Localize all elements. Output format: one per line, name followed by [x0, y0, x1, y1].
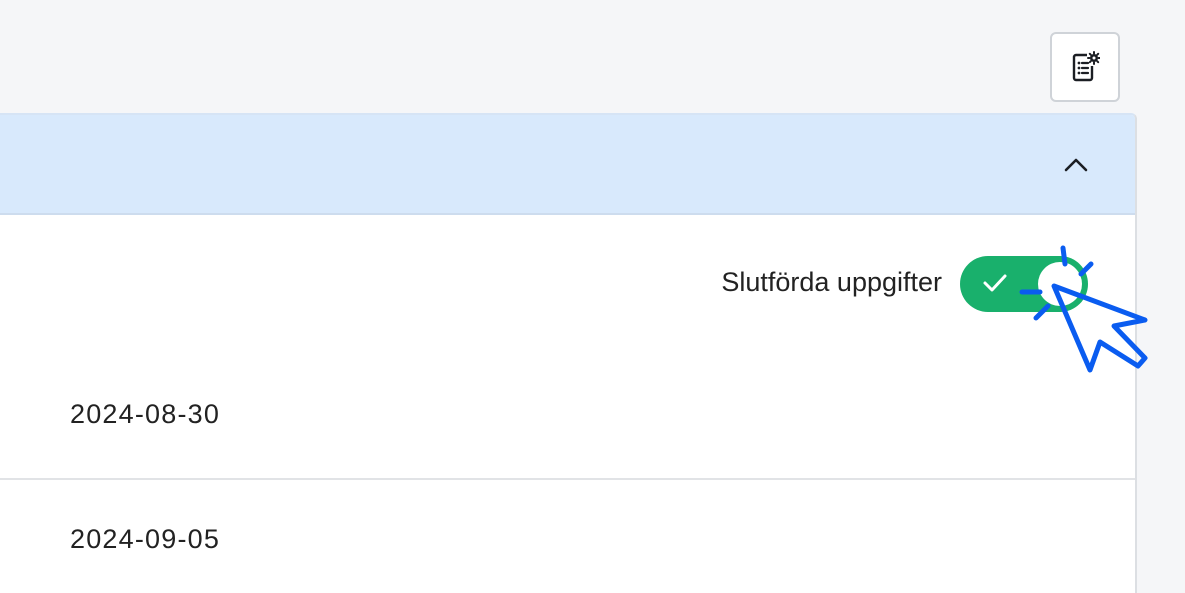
completed-tasks-toggle[interactable] — [960, 256, 1088, 312]
tasks-panel: Slutförda uppgifter 2024-08-30 2024-09-0… — [0, 113, 1137, 593]
panel-header[interactable] — [0, 115, 1135, 215]
filter-row: Slutförda uppgifter — [0, 215, 1135, 355]
toggle-knob — [1038, 262, 1082, 306]
table-row[interactable]: 2024-09-05 — [0, 480, 1135, 593]
check-icon — [983, 274, 1007, 292]
completed-tasks-label: Slutförda uppgifter — [721, 267, 942, 297]
report-settings-icon — [1072, 51, 1100, 82]
chevron-up-icon — [1064, 158, 1088, 172]
table-row[interactable]: 2024-08-30 — [0, 355, 1135, 480]
report-settings-button[interactable] — [1050, 32, 1120, 102]
row-date: 2024-09-05 — [70, 524, 221, 554]
collapse-button[interactable] — [1060, 149, 1092, 181]
row-date: 2024-08-30 — [70, 399, 221, 429]
